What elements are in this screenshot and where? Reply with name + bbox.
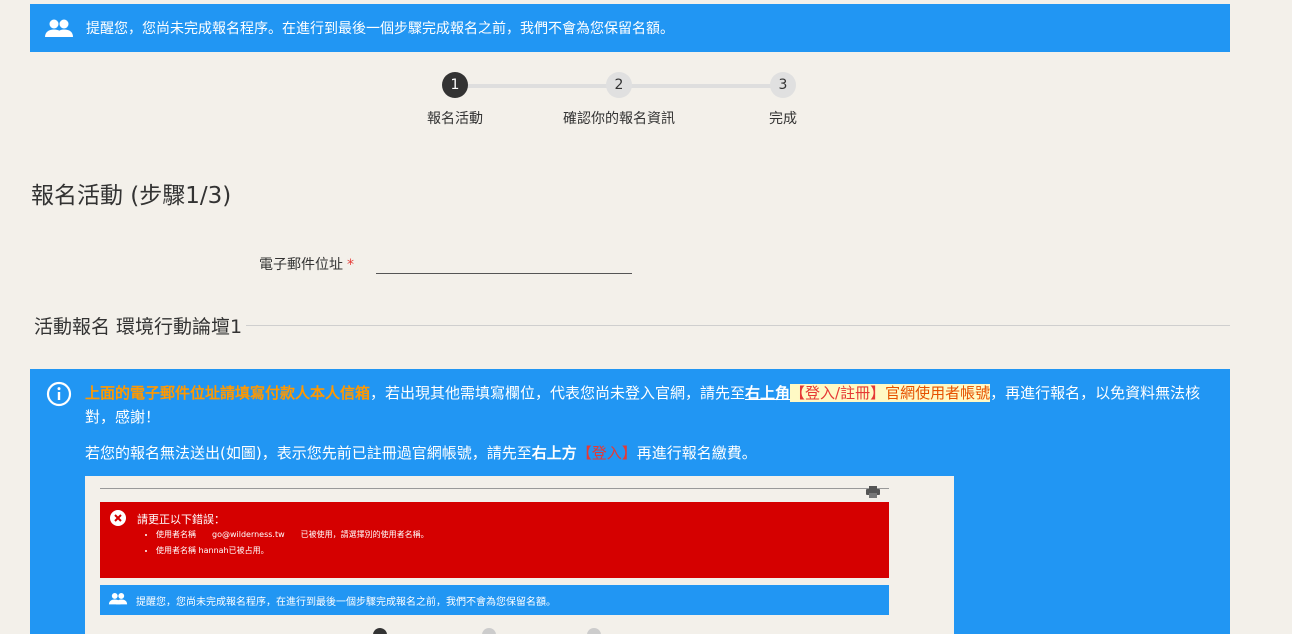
account-text: 官網使用者帳號 xyxy=(885,384,991,402)
example-screenshot: 請更正以下錯誤： 使用者名稱 go@wilderness.tw 已被使用，請選擇… xyxy=(85,476,954,634)
login-highlight: 【登入/註冊】官網使用者帳號 xyxy=(790,384,991,402)
step-3: 3 完成 xyxy=(723,70,843,128)
step-label: 確認你的報名資訊 xyxy=(563,111,675,127)
info-icon xyxy=(46,381,72,407)
top-right-note: 右上方 xyxy=(531,444,577,462)
email-instruction: 上面的電子郵件位址請填寫付款人本人信箱 xyxy=(85,384,371,402)
info-paragraph-1: 上面的電子郵件位址請填寫付款人本人信箱，若出現其他需填寫欄位，代表您尚未登入官網… xyxy=(85,381,1220,429)
error-item: 使用者名稱 go@wilderness.tw 已被使用，請選擇別的使用者名稱。 xyxy=(156,527,429,543)
step-label: 完成 xyxy=(769,111,797,127)
reminder-banner: 提醒您，您尚未完成報名程序。在進行到最後一個步驟完成報名之前，我們不會為您保留名… xyxy=(30,4,1230,52)
info-text-segment: 再進行報名繳費。 xyxy=(636,444,757,462)
info-text-segment: ，若出現其他需填寫欄位，代表您尚未登入官網，請先至 xyxy=(370,384,746,402)
registration-page: 提醒您，您尚未完成報名程序。在進行到最後一個步驟完成報名之前，我們不會為您保留名… xyxy=(0,0,1292,634)
required-mark: * xyxy=(347,257,354,273)
section-header: 活動報名 環境行動論壇1 xyxy=(34,312,1230,339)
page-title: 報名活動 (步驟1/3) xyxy=(31,183,232,209)
step-2: 2 確認你的報名資訊 xyxy=(559,70,679,128)
mini-reminder-banner: 提醒您，您尚未完成報名程序，在進行到最後一個步驟完成報名之前，我們不會為您保留名… xyxy=(100,585,889,615)
error-item: 使用者名稱 hannah已被占用。 xyxy=(156,543,429,559)
step-number: 2 xyxy=(606,72,632,98)
divider xyxy=(100,488,889,489)
step-number: 3 xyxy=(770,72,796,98)
info-text: 上面的電子郵件位址請填寫付款人本人信箱，若出現其他需填寫欄位，代表您尚未登入官網… xyxy=(85,381,1220,465)
email-label: 電子郵件位址 * xyxy=(259,257,354,273)
error-title: 請更正以下錯誤： xyxy=(137,513,225,526)
mini-step-dot xyxy=(587,628,601,634)
email-field[interactable] xyxy=(376,244,632,274)
progress-steps: 1 報名活動 2 確認你的報名資訊 3 完成 xyxy=(420,70,820,130)
step-number: 1 xyxy=(442,72,468,98)
email-field-row: 電子郵件位址 * xyxy=(259,244,632,274)
section-divider xyxy=(246,325,1230,326)
step-label: 報名活動 xyxy=(427,111,483,127)
info-box: 上面的電子郵件位址請填寫付款人本人信箱，若出現其他需填寫欄位，代表您尚未登入官網… xyxy=(30,369,1230,634)
info-text-segment: 若您的報名無法送出(如圖)，表示您先前已註冊過官網帳號，請先至 xyxy=(85,444,532,462)
error-icon xyxy=(110,510,126,526)
mini-step-dot xyxy=(482,628,496,634)
step-1: 1 報名活動 xyxy=(395,70,515,128)
login-register-text: 【登入/註冊】 xyxy=(790,384,886,402)
mini-step-dot xyxy=(373,628,387,634)
error-box: 請更正以下錯誤： 使用者名稱 go@wilderness.tw 已被使用，請選擇… xyxy=(100,502,889,578)
info-paragraph-2: 若您的報名無法送出(如圖)，表示您先前已註冊過官網帳號，請先至右上方【登入】再進… xyxy=(85,441,1220,465)
error-list: 使用者名稱 go@wilderness.tw 已被使用，請選擇別的使用者名稱。 … xyxy=(156,527,429,559)
mini-reminder-text: 提醒您，您尚未完成報名程序，在進行到最後一個步驟完成報名之前，我們不會為您保留名… xyxy=(136,596,556,608)
login-text: 【登入】 xyxy=(576,444,637,462)
section-title: 活動報名 環境行動論壇1 xyxy=(34,316,243,338)
top-right-note: 右上角 xyxy=(745,384,791,402)
users-icon xyxy=(44,18,74,38)
print-icon xyxy=(866,483,880,498)
reminder-text: 提醒您，您尚未完成報名程序。在進行到最後一個步驟完成報名之前，我們不會為您保留名… xyxy=(86,21,674,37)
users-icon xyxy=(108,592,128,608)
